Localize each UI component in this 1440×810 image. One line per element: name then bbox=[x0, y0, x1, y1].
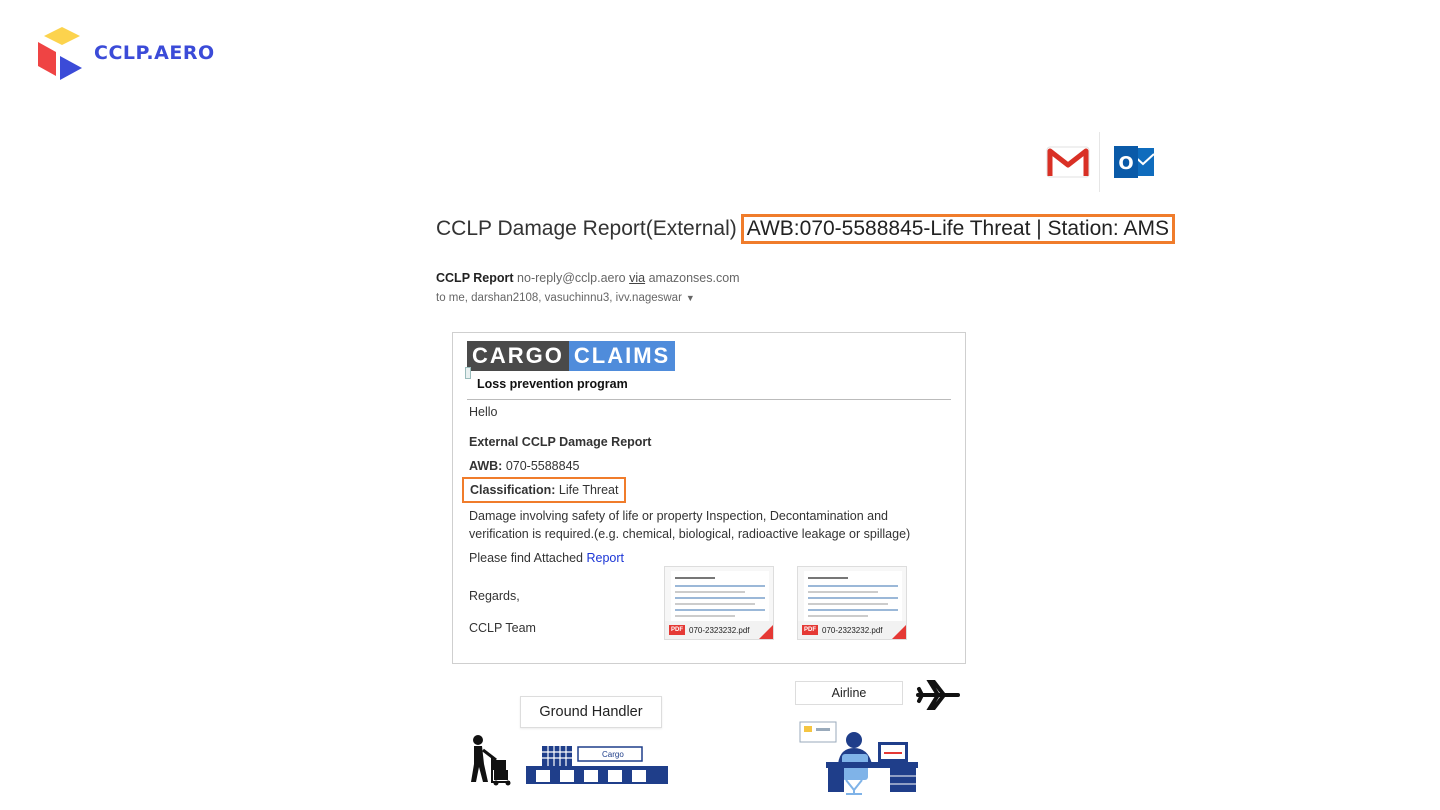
ground-handler-label: Ground Handler bbox=[520, 696, 662, 728]
brand-logo: CCLP.AERO bbox=[36, 26, 215, 80]
mail-client-icons: O bbox=[1036, 132, 1170, 192]
recipients-line[interactable]: to me, darshan2108, vasuchinnu3, ivv.nag… bbox=[436, 292, 695, 304]
cargo-warehouse-illustration: Cargo bbox=[526, 744, 672, 784]
report-title: External CCLP Damage Report bbox=[469, 435, 652, 449]
pdf-icon: PDF bbox=[669, 625, 685, 635]
report-link[interactable]: Report bbox=[586, 551, 624, 565]
awb-value: 070-5588845 bbox=[505, 459, 580, 473]
cube-logo-icon bbox=[36, 26, 86, 80]
svg-text:O: O bbox=[1118, 153, 1133, 174]
porter-with-trolley-icon bbox=[466, 734, 514, 786]
sender-email: no-reply@cclp.aero bbox=[517, 271, 626, 285]
airplane-icon bbox=[916, 678, 960, 712]
logo-cargo: CARGO bbox=[467, 341, 569, 371]
logo-tagline: Loss prevention program bbox=[477, 377, 628, 391]
caret-down-icon[interactable]: ▼ bbox=[686, 293, 695, 303]
classification-value: Life Threat bbox=[558, 483, 619, 497]
pdf-thumbnail bbox=[671, 571, 769, 621]
divider bbox=[467, 399, 951, 400]
attachment-footer: PDF 070-2323232.pdf bbox=[665, 621, 773, 639]
attached-line: Please find Attached Report bbox=[469, 551, 624, 565]
email-body: CARGO CLAIMS Loss prevention program Hel… bbox=[452, 332, 966, 664]
awb-label: AWB: bbox=[469, 459, 503, 473]
gmail-icon bbox=[1036, 132, 1100, 192]
svg-text:Cargo: Cargo bbox=[602, 750, 624, 759]
logo-claims: CLAIMS bbox=[568, 341, 676, 371]
classification-label: Classification: bbox=[470, 483, 556, 497]
attached-prefix: Please find Attached bbox=[469, 551, 583, 565]
subject-prefix: CCLP Damage Report(External) bbox=[436, 217, 737, 240]
awb-line: AWB: 070-5588845 bbox=[469, 459, 580, 473]
recipients-list: to me, darshan2108, vasuchinnu3, ivv.nag… bbox=[436, 292, 682, 304]
email-subject: CCLP Damage Report(External) AWB:070-558… bbox=[436, 214, 1175, 244]
attachment-card[interactable]: PDF 070-2323232.pdf bbox=[797, 566, 907, 640]
attachment-name: 070-2323232.pdf bbox=[822, 625, 883, 635]
attachment-footer: PDF 070-2323232.pdf bbox=[798, 621, 906, 639]
sender-line: CCLP Report no-reply@cclp.aero via amazo… bbox=[436, 271, 740, 285]
airline-label: Airline bbox=[795, 681, 903, 705]
sender-via-link[interactable]: via bbox=[629, 271, 645, 285]
brand-name: CCLP.AERO bbox=[94, 42, 215, 64]
sender-name: CCLP Report bbox=[436, 271, 514, 285]
sender-domain: amazonses.com bbox=[648, 271, 740, 285]
airline-office-illustration bbox=[790, 716, 928, 798]
regards: Regards, bbox=[469, 589, 520, 603]
subject-highlight: AWB:070-5588845-Life Threat | Station: A… bbox=[740, 214, 1175, 244]
classification-description: Damage involving safety of life or prope… bbox=[469, 509, 911, 541]
classification-line: Classification: Life Threat bbox=[462, 477, 627, 503]
pdf-corner-icon bbox=[759, 625, 773, 639]
attachment-card[interactable]: PDF 070-2323232.pdf bbox=[664, 566, 774, 640]
greeting: Hello bbox=[469, 405, 498, 419]
pdf-icon: PDF bbox=[802, 625, 818, 635]
broken-image-icon bbox=[465, 367, 471, 379]
outlook-icon: O bbox=[1100, 132, 1168, 192]
cargo-claims-logo: CARGO CLAIMS Loss prevention program bbox=[465, 341, 676, 391]
pdf-corner-icon bbox=[892, 625, 906, 639]
pdf-thumbnail bbox=[804, 571, 902, 621]
attachment-name: 070-2323232.pdf bbox=[689, 625, 750, 635]
signature: CCLP Team bbox=[469, 621, 536, 635]
